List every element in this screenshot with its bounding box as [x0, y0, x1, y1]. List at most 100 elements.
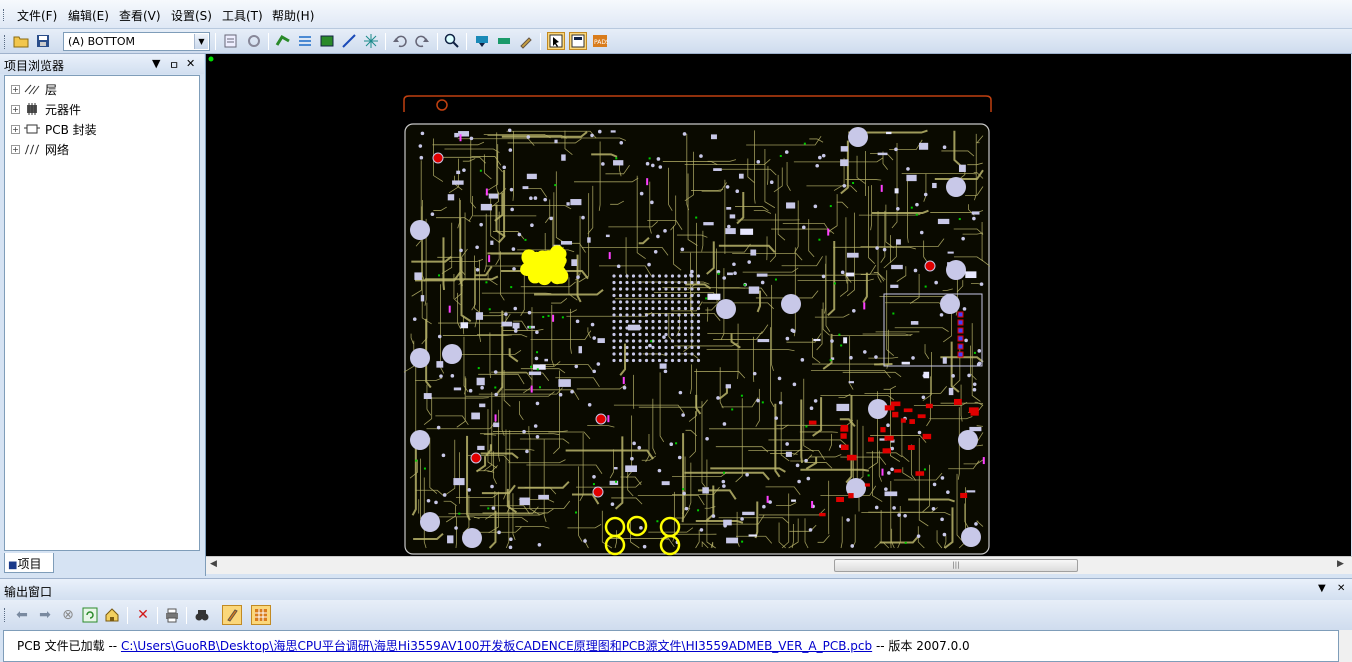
delete-icon[interactable]: ✕ — [133, 605, 153, 625]
menu-view[interactable]: 查看(V) — [119, 7, 161, 24]
find-icon[interactable] — [192, 605, 212, 625]
line-icon[interactable] — [340, 32, 358, 50]
smd-part — [846, 272, 855, 277]
undo-icon[interactable] — [391, 32, 409, 50]
toolbar-grip[interactable] — [4, 608, 7, 622]
green-via — [528, 326, 531, 329]
menu-help[interactable]: 帮助(H) — [272, 7, 314, 24]
bga-ball — [644, 332, 649, 337]
top-rail-outline — [403, 95, 992, 112]
menu-file[interactable]: 文件(F) — [17, 7, 57, 24]
scroll-right-icon[interactable]: ▶ — [1337, 559, 1344, 569]
tree-item-layers[interactable]: + 层 — [11, 80, 57, 98]
tree-item-nets[interactable]: + 网络 — [11, 140, 69, 158]
via — [875, 246, 879, 250]
route-icon[interactable] — [274, 32, 292, 50]
output-title: 输出窗口 — [4, 585, 53, 599]
via — [592, 474, 596, 479]
refresh-icon[interactable] — [80, 605, 100, 625]
tab-project[interactable]: ■项目 — [4, 553, 54, 573]
tree-item-components[interactable]: + 元器件 — [11, 100, 81, 118]
via — [894, 147, 898, 152]
via — [479, 222, 483, 227]
menu-edit[interactable]: 编辑(E) — [68, 7, 109, 24]
chevron-down-icon[interactable]: ▼ — [194, 34, 208, 49]
stop-icon[interactable]: ⊗ — [58, 605, 78, 625]
green-via — [615, 480, 618, 483]
board-icon[interactable] — [318, 32, 336, 50]
select-mode-icon[interactable] — [547, 32, 565, 50]
close-icon[interactable]: ✕ — [186, 57, 195, 70]
menu-grip[interactable] — [3, 9, 6, 21]
bga-ball — [664, 300, 668, 304]
home-icon[interactable] — [102, 605, 122, 625]
output-message-suffix: -- 版本 2007.0.0 — [872, 639, 970, 653]
expand-icon[interactable]: + — [11, 144, 20, 154]
forward-arrow-icon[interactable]: ➡ — [35, 605, 55, 625]
window-icon[interactable] — [569, 32, 587, 50]
menu-settings[interactable]: 设置(S) — [171, 7, 212, 24]
expand-icon[interactable]: + — [11, 84, 20, 94]
print-icon[interactable] — [162, 605, 182, 625]
smd-part — [703, 222, 714, 226]
via — [769, 180, 774, 185]
unroute-icon[interactable] — [495, 32, 513, 50]
bga-ball — [618, 326, 623, 330]
ratsnest-icon[interactable] — [362, 32, 380, 50]
smd-part — [726, 207, 732, 210]
expand-icon[interactable]: + — [11, 124, 20, 134]
via — [653, 250, 658, 254]
save-icon[interactable] — [34, 32, 52, 50]
edit-pencil-icon[interactable] — [222, 605, 242, 625]
pcb-drawing[interactable] — [206, 54, 1351, 556]
refresh-icon[interactable] — [245, 32, 263, 50]
smd-part — [627, 324, 641, 331]
panel-dropdown-icon[interactable]: ▼ — [1318, 583, 1326, 594]
red-component — [840, 444, 849, 450]
output-vertical-scrollbar[interactable] — [1339, 630, 1352, 662]
panel-dropdown-icon[interactable]: ▼ — [152, 57, 160, 70]
scroll-left-icon[interactable]: ◀ — [210, 559, 217, 569]
grid-icon[interactable] — [251, 605, 271, 625]
open-folder-icon[interactable] — [12, 32, 30, 50]
bga-ball — [638, 339, 642, 343]
properties-icon[interactable] — [222, 32, 240, 50]
via — [509, 187, 514, 192]
toolbar-grip[interactable] — [4, 35, 7, 49]
magenta-mark — [607, 415, 610, 423]
expand-icon[interactable]: + — [11, 104, 20, 114]
green-via — [561, 316, 564, 319]
clear-icon[interactable] — [517, 32, 535, 50]
layer-select[interactable]: (A) BOTTOM ▼ — [63, 32, 210, 51]
bga-ball — [664, 287, 668, 291]
bga-ball — [683, 339, 688, 343]
smd-part — [625, 465, 637, 473]
output-file-path-link[interactable]: C:\Users\GuoRB\Desktop\海思CPU平台调研\海思Hi355… — [121, 639, 872, 653]
bga-ball — [677, 306, 681, 311]
smd-part — [554, 139, 558, 144]
via — [467, 488, 471, 492]
via — [979, 282, 984, 286]
menu-tools[interactable]: 工具(T) — [222, 7, 263, 24]
close-icon[interactable]: ✕ — [1337, 583, 1345, 594]
redo-icon[interactable] — [413, 32, 431, 50]
bga-ball — [612, 313, 616, 317]
highlight-icon[interactable] — [473, 32, 491, 50]
pcb-canvas[interactable] — [206, 54, 1351, 556]
smd-part — [966, 490, 976, 493]
bus-icon[interactable] — [296, 32, 314, 50]
pin-icon[interactable]: ㅁ — [169, 57, 179, 73]
green-via — [833, 282, 836, 285]
via — [509, 537, 513, 542]
zoom-icon[interactable] — [443, 32, 461, 50]
tab-project-label: 项目 — [17, 557, 42, 571]
green-via — [761, 401, 764, 404]
pads-icon[interactable]: PADS — [591, 32, 609, 50]
bga-ball — [612, 339, 616, 343]
bga-ball — [612, 287, 616, 291]
scrollbar-thumb[interactable]: ||| — [834, 559, 1078, 572]
tree-item-footprints[interactable]: + PCB 封装 — [11, 120, 97, 138]
horizontal-scrollbar[interactable]: ◀ ||| ▶ — [206, 556, 1352, 574]
via — [558, 392, 563, 397]
back-arrow-icon[interactable]: ⬅ — [12, 605, 32, 625]
